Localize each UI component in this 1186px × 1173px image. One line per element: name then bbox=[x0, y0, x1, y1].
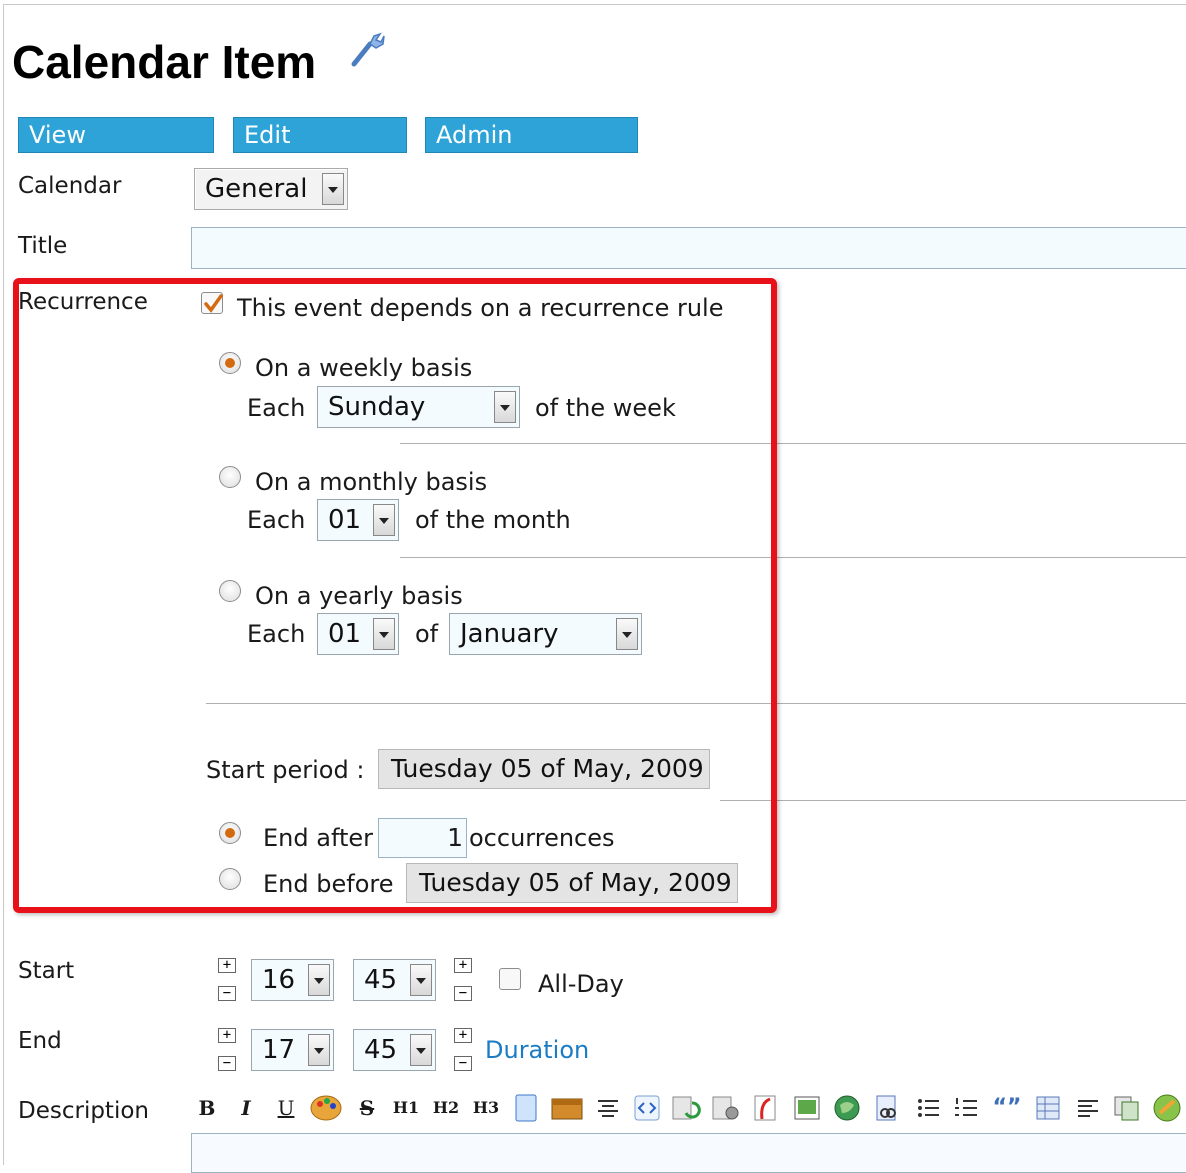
refresh-icon[interactable] bbox=[670, 1093, 702, 1123]
color-palette-icon[interactable] bbox=[309, 1093, 343, 1123]
end-minute-select[interactable]: 45 bbox=[353, 1029, 436, 1071]
description-label: Description bbox=[18, 1098, 149, 1124]
divider bbox=[720, 800, 1186, 801]
align-center-icon[interactable] bbox=[594, 1093, 622, 1123]
calendar-select-value: General bbox=[205, 174, 308, 204]
plus-icon[interactable]: + bbox=[454, 958, 472, 973]
underline-button[interactable]: U bbox=[276, 1093, 296, 1123]
title-input[interactable] bbox=[191, 227, 1186, 269]
strikethrough-button[interactable]: S bbox=[355, 1093, 379, 1123]
align-left-icon[interactable] bbox=[1074, 1093, 1102, 1123]
h1-button[interactable]: H1 bbox=[392, 1093, 420, 1123]
end-minute-value: 45 bbox=[364, 1035, 398, 1065]
duration-link[interactable]: Duration bbox=[485, 1036, 589, 1064]
chevron-down-icon bbox=[308, 1034, 330, 1066]
end-hour-select[interactable]: 17 bbox=[251, 1029, 334, 1071]
plus-icon[interactable]: + bbox=[218, 958, 236, 973]
plus-icon[interactable]: + bbox=[454, 1028, 472, 1043]
chevron-down-icon bbox=[410, 1034, 432, 1066]
bulleted-list-icon[interactable] bbox=[914, 1093, 942, 1123]
flash-icon[interactable] bbox=[750, 1093, 782, 1123]
table-icon[interactable] bbox=[1034, 1093, 1062, 1123]
code-icon[interactable] bbox=[632, 1093, 662, 1123]
numbered-list-icon[interactable] bbox=[952, 1093, 980, 1123]
minus-icon[interactable]: − bbox=[218, 1056, 236, 1071]
start-minute-value: 45 bbox=[364, 965, 398, 995]
copy-icon[interactable] bbox=[1112, 1093, 1142, 1123]
calendar-label: Calendar bbox=[18, 173, 122, 199]
admin-calendars-button[interactable]: Admin Calendars bbox=[425, 117, 638, 184]
start-minute-select[interactable]: 45 bbox=[353, 959, 436, 1001]
globe-icon[interactable] bbox=[832, 1093, 862, 1123]
highlight-box bbox=[13, 278, 777, 913]
page-icon[interactable] bbox=[512, 1093, 540, 1123]
all-day-checkbox[interactable] bbox=[499, 968, 521, 990]
view-calendars-button[interactable]: View Calendars bbox=[18, 117, 214, 184]
plus-icon[interactable]: + bbox=[218, 1028, 236, 1043]
description-editor[interactable] bbox=[191, 1133, 1186, 1173]
link-icon[interactable] bbox=[872, 1093, 902, 1123]
end-hour-value: 17 bbox=[262, 1035, 296, 1065]
minus-icon[interactable]: − bbox=[454, 1056, 472, 1071]
image-icon[interactable] bbox=[792, 1093, 822, 1123]
h3-button[interactable]: H3 bbox=[472, 1093, 500, 1123]
minus-icon[interactable]: − bbox=[218, 986, 236, 1001]
start-hour-select[interactable]: 16 bbox=[251, 959, 334, 1001]
end-label: End bbox=[18, 1028, 62, 1054]
minus-icon[interactable]: − bbox=[454, 986, 472, 1001]
quote-button[interactable]: “” bbox=[990, 1093, 1024, 1123]
start-label: Start bbox=[18, 958, 75, 984]
calendar-select[interactable]: General bbox=[194, 168, 348, 210]
chevron-down-icon bbox=[308, 964, 330, 996]
page-title: Calendar Item bbox=[12, 36, 317, 88]
bold-button[interactable]: B bbox=[196, 1093, 218, 1123]
start-hour-value: 16 bbox=[262, 965, 296, 995]
italic-button[interactable]: I bbox=[236, 1093, 256, 1123]
chevron-down-icon bbox=[322, 173, 344, 205]
wrench-icon[interactable] bbox=[348, 30, 386, 68]
all-day-label: All-Day bbox=[538, 970, 624, 998]
h2-button[interactable]: H2 bbox=[432, 1093, 460, 1123]
box-icon[interactable] bbox=[550, 1093, 584, 1123]
chevron-down-icon bbox=[410, 964, 432, 996]
spellcheck-icon[interactable] bbox=[1150, 1093, 1184, 1123]
title-label: Title bbox=[18, 233, 68, 259]
edit-calendar-button[interactable]: Edit Calendar bbox=[233, 117, 407, 184]
settings-icon[interactable] bbox=[710, 1093, 742, 1123]
